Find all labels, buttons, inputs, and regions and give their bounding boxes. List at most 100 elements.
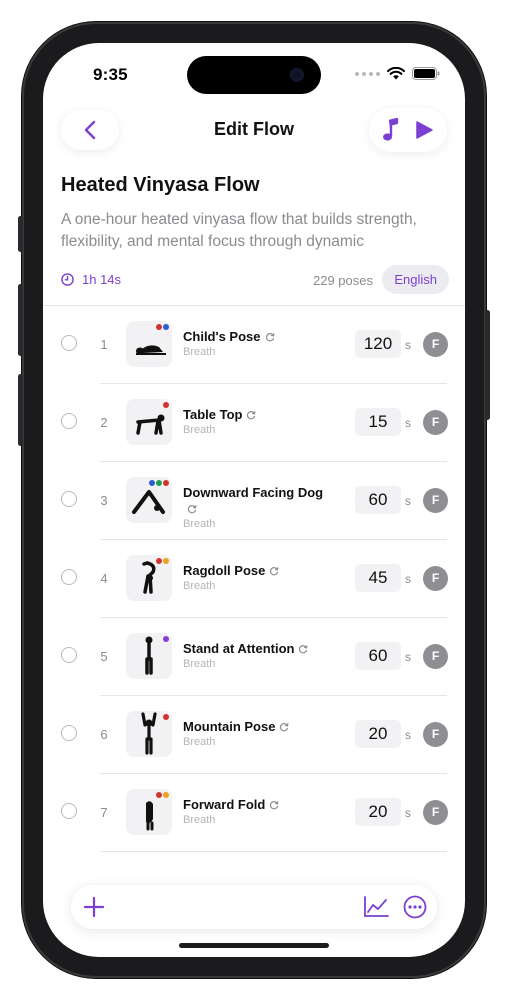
pose-name-text: Table Top [183,407,243,422]
repeat-icon [270,801,279,810]
chart-line-icon[interactable] [363,896,389,918]
pose-thumbnail [126,321,172,367]
category-tags [163,714,169,720]
pose-name: Downward Facing Dog [183,485,333,517]
category-tags [156,792,169,798]
duration-unit: s [405,728,411,742]
bottom-toolbar [71,885,437,929]
pose-badge[interactable]: F [423,800,448,825]
pose-name-text: Mountain Pose [183,719,276,734]
duration-unit: s [405,416,411,430]
pose-badge[interactable]: F [423,488,448,513]
pose-name-text: Forward Fold [183,797,266,812]
repeat-icon [187,505,197,514]
tag-dot [149,480,155,486]
tag-dot [163,714,169,720]
pose-index: 1 [100,337,108,352]
pose-badge[interactable]: F [423,332,448,357]
repeat-icon [270,567,279,576]
select-radio[interactable] [61,803,77,819]
pose-badge[interactable]: F [423,722,448,747]
status-icons [355,67,440,80]
select-radio[interactable] [61,335,77,351]
pose-name: Table Top [183,407,333,423]
pose-thumbnail [126,399,172,445]
pose-subtitle: Breath [183,580,216,592]
pose-badge[interactable]: F [423,566,448,591]
play-icon[interactable] [414,120,434,140]
camera-icon [290,68,304,82]
pose-subtitle: Breath [183,518,216,530]
pose-row[interactable]: 4 Ragdoll Pose Breath 45 s F [43,540,465,618]
duration-unit: s [405,650,411,664]
select-radio[interactable] [61,413,77,429]
pose-subtitle: Breath [183,424,216,436]
pose-list: 1 Child's Pose Breath 120 s F 2 Table To… [43,306,465,852]
pose-row[interactable]: 1 Child's Pose Breath 120 s F [43,306,465,384]
select-radio[interactable] [61,569,77,585]
pose-count: 229 poses [313,273,373,288]
repeat-icon [280,723,289,732]
duration-unit: s [405,338,411,352]
pose-row[interactable]: 5 Stand at Attention Breath 60 s F [43,618,465,696]
pose-name-text: Downward Facing Dog [183,485,324,500]
flow-duration: 1h 14s [61,272,121,287]
pose-index: 7 [100,805,108,820]
volume-up-button [18,284,23,356]
pose-info: Downward Facing Dog Breath [183,485,333,530]
duration-text: 1h 14s [82,272,122,287]
row-divider [100,851,447,852]
pose-row[interactable]: 7 Forward Fold Breath 20 s F [43,774,465,852]
home-indicator [179,943,329,948]
tag-dot [163,558,169,564]
tag-dot [156,480,162,486]
pose-info: Mountain Pose Breath [183,719,333,748]
pose-subtitle: Breath [183,814,216,826]
tag-dot [163,480,169,486]
plus-icon[interactable] [83,896,105,918]
tag-dot [163,402,169,408]
pose-name-text: Child's Pose [183,329,261,344]
pose-row[interactable]: 3 Downward Facing Dog Breath 60 s F [43,462,465,540]
clock-icon [61,273,74,286]
dynamic-island [187,56,321,94]
tag-dot [163,792,169,798]
language-button[interactable]: English [382,265,449,294]
duration-unit: s [405,572,411,586]
category-tags [156,558,169,564]
pose-info: Child's Pose Breath [183,329,333,358]
pose-thumbnail [126,711,172,757]
duration-input[interactable]: 15 [355,408,401,436]
music-note-icon[interactable] [382,118,400,142]
ellipsis-circle-icon[interactable] [403,895,427,919]
tag-dot [156,792,162,798]
select-radio[interactable] [61,491,77,507]
duration-input[interactable]: 20 [355,798,401,826]
pose-info: Table Top Breath [183,407,333,436]
pose-row[interactable]: 6 Mountain Pose Breath 20 s F [43,696,465,774]
pose-thumbnail [126,789,172,835]
pose-index: 5 [100,649,108,664]
duration-input[interactable]: 60 [355,486,401,514]
nav-bar: Edit Flow [43,105,465,155]
pose-subtitle: Breath [183,658,216,670]
pose-row[interactable]: 2 Table Top Breath 15 s F [43,384,465,462]
duration-input[interactable]: 120 [355,330,401,358]
pose-index: 6 [100,727,108,742]
tag-dot [156,558,162,564]
pose-badge[interactable]: F [423,410,448,435]
select-radio[interactable] [61,725,77,741]
pose-thumbnail [126,633,172,679]
duration-input[interactable]: 60 [355,642,401,670]
pose-name: Child's Pose [183,329,333,345]
pose-badge[interactable]: F [423,644,448,669]
flow-meta: 1h 14s 229 poses English [61,265,449,295]
select-radio[interactable] [61,647,77,663]
category-tags [149,480,169,486]
category-tags [156,324,169,330]
repeat-icon [299,645,308,654]
duration-input[interactable]: 45 [355,564,401,592]
pose-name: Stand at Attention [183,641,333,657]
pose-subtitle: Breath [183,346,216,358]
duration-input[interactable]: 20 [355,720,401,748]
